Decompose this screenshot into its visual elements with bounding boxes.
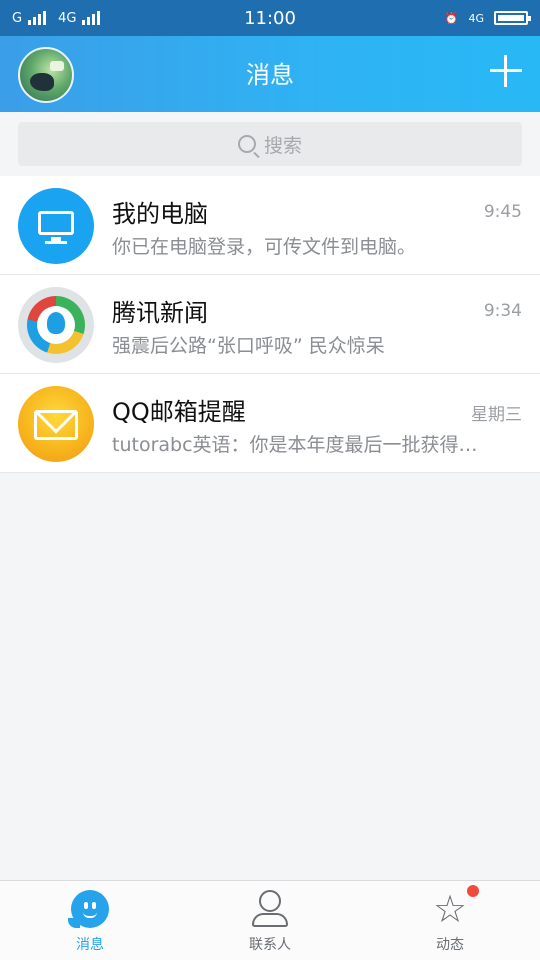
conversation-title: QQ邮箱提醒 xyxy=(112,398,246,426)
network-type: 4G xyxy=(468,11,484,25)
alarm-icon: ⏰ xyxy=(444,11,459,25)
tab-label: 消息 xyxy=(76,937,104,953)
conversation-list: 我的电脑 9:45 你已在电脑登录，可传文件到电脑。 腾讯新闻 9:34 强震后… xyxy=(0,176,540,473)
tab-label: 联系人 xyxy=(249,937,291,953)
conversation-time: 9:34 xyxy=(483,301,522,321)
search-area: 搜索 xyxy=(0,112,540,176)
contacts-icon xyxy=(250,890,290,928)
signal-icon-2 xyxy=(82,11,101,25)
add-icon[interactable] xyxy=(490,55,522,87)
conversation-preview: tutorabc英语：你是本年度最后一批获得… xyxy=(112,434,478,456)
conversation-title: 腾讯新闻 xyxy=(112,299,208,327)
conversation-preview: 强震后公路“张口呼吸” 民众惊呆 xyxy=(112,335,385,357)
search-icon xyxy=(237,135,256,153)
network-label: 4G xyxy=(58,10,77,26)
chat-icon xyxy=(68,890,109,928)
list-item[interactable]: 我的电脑 9:45 你已在电脑登录，可传文件到电脑。 xyxy=(0,176,540,275)
list-item[interactable]: 腾讯新闻 9:34 强震后公路“张口呼吸” 民众惊呆 xyxy=(0,275,540,374)
mail-icon xyxy=(18,386,94,462)
status-left: G 4G xyxy=(12,11,106,26)
notification-badge xyxy=(467,885,479,897)
conversation-time: 9:45 xyxy=(483,202,522,222)
tencent-news-icon xyxy=(18,287,94,363)
search-input[interactable]: 搜索 xyxy=(18,122,522,166)
app-header: 消息 xyxy=(0,36,540,112)
search-placeholder: 搜索 xyxy=(263,134,302,157)
tab-moments[interactable]: ☆ 动态 xyxy=(360,881,540,960)
carrier-label: G xyxy=(12,10,23,26)
tab-bar: 消息 联系人 ☆ 动态 xyxy=(0,880,540,960)
computer-icon xyxy=(18,188,94,264)
tab-contacts[interactable]: 联系人 xyxy=(180,881,360,960)
signal-icon xyxy=(28,11,47,25)
list-item[interactable]: QQ邮箱提醒 星期三 tutorabc英语：你是本年度最后一批获得… xyxy=(0,374,540,473)
battery-icon xyxy=(494,11,531,25)
conversation-title: 我的电脑 xyxy=(112,200,208,228)
tab-label: 动态 xyxy=(436,937,464,953)
tab-messages[interactable]: 消息 xyxy=(0,881,180,960)
star-icon: ☆ xyxy=(432,887,468,931)
conversation-preview: 你已在电脑登录，可传文件到电脑。 xyxy=(112,236,417,258)
status-right: ⏰ 4G xyxy=(444,11,531,25)
conversation-time: 星期三 xyxy=(471,405,522,425)
page-title: 消息 xyxy=(246,61,294,89)
status-bar: G 4G 11:00 ⏰ 4G xyxy=(0,0,540,36)
